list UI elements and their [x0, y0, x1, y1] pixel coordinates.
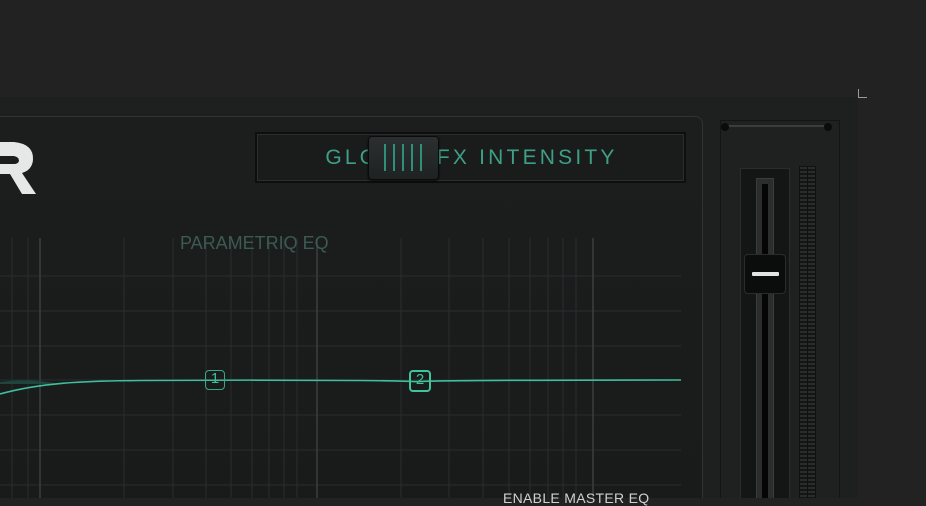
global-fx-intensity-slider[interactable]: GLOBAL FX INTENSITY	[255, 132, 686, 183]
global-fx-intensity-label: GLOBAL FX INTENSITY	[325, 146, 618, 169]
eq-grid	[0, 238, 681, 498]
global-fx-intensity-handle[interactable]	[368, 136, 439, 180]
eq-major-grid	[39, 238, 594, 498]
logo-mark	[0, 142, 36, 194]
fader-knob-mark	[752, 272, 779, 276]
resize-corner-icon[interactable]	[858, 89, 867, 98]
level-meter	[799, 166, 816, 498]
fader-groove	[762, 184, 768, 498]
fader-top-rail	[724, 125, 830, 127]
fader-knob-icon[interactable]	[744, 254, 786, 294]
screw-icon	[721, 123, 729, 131]
eq-response-fill	[0, 380, 60, 384]
eq-graph[interactable]	[0, 230, 681, 498]
eq-node-2[interactable]: 2	[409, 370, 431, 392]
eq-node-1[interactable]: 1	[205, 370, 225, 390]
screw-icon	[824, 123, 832, 131]
eq-response-curve	[0, 379, 681, 395]
eq-title: PARAMETRIQ EQ	[180, 233, 329, 253]
window-background	[0, 0, 926, 97]
enable-master-eq-toggle[interactable]: ENABLE MASTER EQ	[503, 490, 649, 506]
